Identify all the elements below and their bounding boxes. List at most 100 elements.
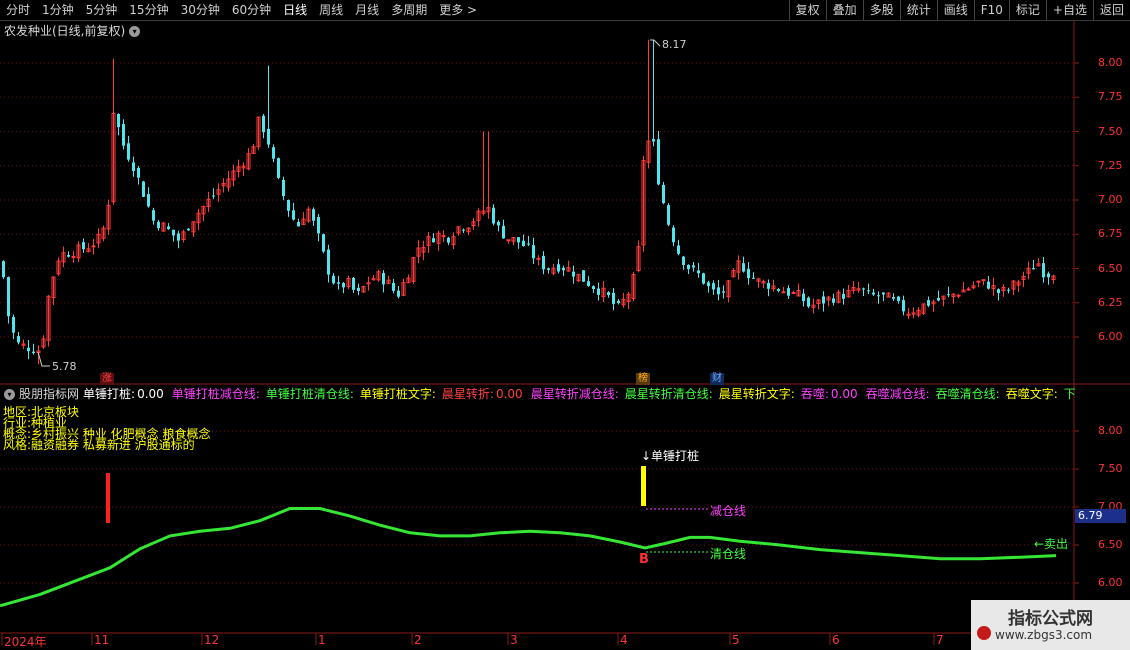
event-marker-0[interactable]: 涨 [100, 373, 114, 385]
candle-body-136 [682, 256, 685, 265]
low-label-text: 5.78 [52, 360, 77, 373]
candle-body-180 [902, 300, 905, 312]
date-label-1: 11 [94, 633, 110, 647]
indicator-field-label: 单锤打桩: [83, 387, 136, 401]
price-tick-8: 6.00 [1098, 330, 1123, 343]
candle-body-30 [152, 210, 155, 221]
candle-body-195 [976, 280, 981, 283]
candle-body-104 [522, 240, 525, 246]
indicator-field-10: 吞噬清仓线: [936, 387, 1002, 401]
date-label-3: 1 [318, 633, 326, 647]
candle-body-135 [677, 245, 680, 254]
indicator-field-label: 晨星转折清仓线: [624, 387, 713, 401]
candle-body-131 [657, 139, 660, 185]
price-tick-3: 7.25 [1098, 158, 1123, 172]
candle-body-64 [322, 234, 325, 252]
indicator-field-11: 吞噬文字: [1006, 387, 1060, 401]
candle-body-73 [366, 282, 371, 285]
candle-body-179 [897, 296, 900, 302]
event-marker-2[interactable]: 财 [710, 373, 724, 385]
candle-body-55 [277, 158, 280, 178]
ind-price-tick-4: 6.00 [1098, 576, 1123, 589]
indicator-field-4: 晨星转折: 0.00 [442, 387, 527, 401]
candle-body-27 [137, 167, 140, 178]
clear-label-text: 清仓线 [710, 547, 747, 561]
candle-body-132 [662, 184, 665, 204]
candle-body-117 [587, 281, 590, 286]
indicator-field-label: 单锤打桩文字: [359, 387, 436, 401]
candle-body-149 [747, 268, 750, 279]
candle-body-52 [262, 115, 265, 133]
candle-body-119 [597, 288, 600, 295]
candle-body-18 [91, 245, 96, 248]
indicator-field-label: 单锤打桩清仓线: [265, 387, 354, 401]
current-price-text: 6.79 [1078, 509, 1103, 522]
candle-body-1 [7, 277, 10, 317]
candle-body-199 [997, 289, 1000, 294]
indicator-field-9: 吞噬减仓线: [866, 387, 932, 401]
candle-body-53 [267, 128, 270, 145]
candle-body-33 [167, 226, 170, 229]
signal-bar-red [106, 473, 110, 523]
candle-body-156 [781, 291, 786, 294]
candle-body-100 [502, 225, 505, 239]
candle-body-155 [777, 289, 780, 291]
high-price-label: 8.17 [662, 38, 687, 51]
date-label-2: 12 [204, 633, 220, 647]
indicator-header: ▾ 股朋指标网 单锤打桩: 0.00 单锤打桩减仓线: 单锤打桩清仓线: 单锤打桩文字: 晨星… [0, 385, 1076, 403]
candle-body-121 [607, 292, 610, 296]
candle-body-88 [441, 235, 446, 238]
candle-body-176 [882, 292, 885, 295]
clear-line-label: 清仓线 [710, 545, 746, 562]
candle-body-24 [122, 124, 125, 146]
candle-body-142 [712, 283, 715, 290]
candle-body-89 [447, 237, 450, 243]
candle-body-111 [557, 264, 560, 272]
candle-body-191 [956, 294, 961, 297]
indicator-field-label: 下降突破 [1063, 387, 1076, 401]
candle-body-116 [582, 270, 585, 282]
candle-body-112 [562, 267, 565, 271]
candle-body-138 [692, 265, 695, 268]
indicator-field-label: 吞噬: [800, 387, 829, 401]
indicator-field-0: 单锤打桩: 0.00 [83, 387, 168, 401]
candle-body-174 [872, 292, 875, 295]
candle-body-201 [1007, 289, 1010, 291]
indicator-field-value: 0.00 [495, 387, 523, 401]
candle-body-76 [382, 272, 385, 285]
candle-body-182 [911, 312, 916, 315]
candle-body-34 [172, 229, 175, 236]
candle-body-172 [862, 288, 865, 290]
candle-body-178 [892, 297, 895, 299]
candle-body-3 [17, 336, 20, 343]
price-tick-1: 7.75 [1098, 90, 1123, 104]
candle-body-65 [327, 249, 330, 275]
event-marker-1[interactable]: 榜 [636, 373, 650, 385]
date-label-8: 6 [832, 633, 840, 647]
candle-body-105 [527, 243, 530, 245]
indicator-field-5: 晨星转折减仓线: [531, 387, 621, 401]
buy-marker-text: B [639, 552, 649, 567]
date-label-4: 2 [414, 633, 422, 647]
candle-body-54 [272, 147, 275, 159]
price-tick-6: 6.50 [1098, 261, 1123, 275]
ind-price-tick-3: 6.50 [1098, 538, 1123, 551]
indicator-field-label: 吞噬减仓线: [865, 387, 930, 401]
chevron-down-icon[interactable]: ▾ [4, 389, 15, 400]
candle-body-118 [592, 286, 595, 290]
info-line-3: 风格:融资融券 私募新进 沪股通标的 [3, 438, 195, 452]
candle-body-187 [937, 297, 940, 301]
candle-body-106 [532, 245, 535, 259]
candle-body-161 [807, 297, 810, 307]
candle-body-143 [717, 287, 720, 295]
indicator-field-1: 单锤打桩减仓线: [172, 387, 262, 401]
indicator-field-7: 晨星转折文字: [719, 387, 797, 401]
candle-body-197 [987, 281, 990, 289]
date-label-7: 5 [732, 633, 740, 647]
high-label-text: 8.17 [662, 38, 687, 51]
indicator-curve [0, 507, 1057, 608]
ind-price-tick-0: 8.00 [1098, 424, 1123, 437]
watermark-logo: 指标公式网 www.zbgs3.com [971, 600, 1130, 650]
candle-body-79 [397, 290, 400, 297]
indicator-name[interactable]: 股朋指标网 [19, 387, 79, 401]
